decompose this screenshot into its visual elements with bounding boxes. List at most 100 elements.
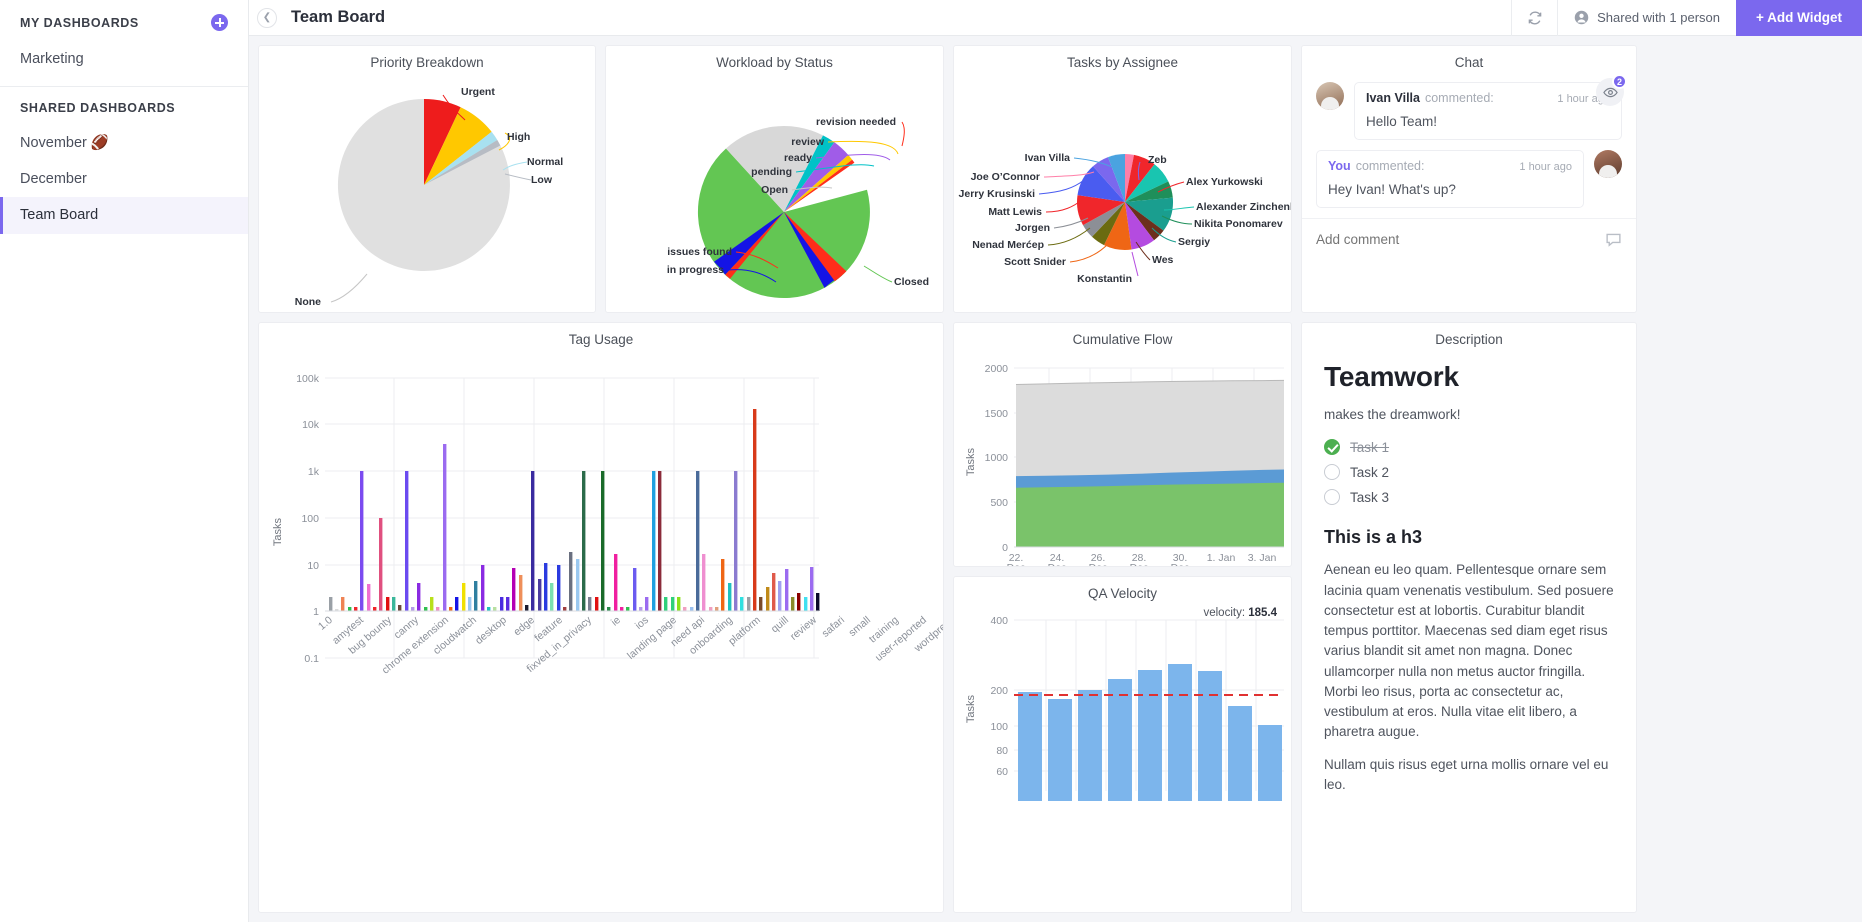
pie-label-konstantin: Konstantin bbox=[1077, 273, 1132, 285]
sidebar-item-november[interactable]: November 🏈 bbox=[0, 125, 248, 161]
refresh-icon[interactable] bbox=[1511, 0, 1557, 36]
priority-pie-chart[interactable]: Urgent High Normal Low None bbox=[259, 70, 596, 308]
widget-chat: Chat 2 Ivan Villa commented: bbox=[1301, 45, 1637, 313]
chat-author: You bbox=[1328, 159, 1351, 173]
qa-velocity-bar-chart[interactable]: 400 200 100 80 60 Tasks bbox=[954, 601, 1292, 801]
chat-action: commented: bbox=[1356, 159, 1425, 173]
y-tick: 1 bbox=[313, 606, 319, 618]
my-dashboards-title: MY DASHBOARDS bbox=[20, 16, 139, 30]
x-tick: Dec bbox=[1089, 562, 1108, 567]
widget-title: Tasks by Assignee bbox=[954, 46, 1291, 70]
y-tick: 10k bbox=[302, 419, 320, 431]
y-tick: 400 bbox=[990, 615, 1008, 627]
shared-with-button[interactable]: Shared with 1 person bbox=[1557, 0, 1736, 36]
chat-bubble-header: Ivan Villa commented: 1 hour ago bbox=[1366, 91, 1610, 105]
x-tick: quill bbox=[769, 614, 791, 635]
checkbox-unchecked-icon[interactable] bbox=[1324, 464, 1340, 480]
pie-label-in-progress: in progress bbox=[667, 264, 724, 276]
y-tick: 1500 bbox=[985, 408, 1009, 420]
x-tick: 28. bbox=[1132, 552, 1147, 562]
cumulative-flow-area-chart[interactable]: 2000 1500 1000 500 0 Tasks bbox=[954, 347, 1292, 562]
x-tick: 30. bbox=[1173, 552, 1188, 562]
checkbox-unchecked-icon[interactable] bbox=[1324, 489, 1340, 505]
chat-bubble: You commented: 1 hour ago Hey Ivan! What… bbox=[1316, 150, 1584, 208]
description-paragraph-2: Nullam quis risus eget urna mollis ornar… bbox=[1324, 755, 1614, 796]
shared-dashboards-title: SHARED DASHBOARDS bbox=[20, 101, 175, 115]
add-dashboard-icon[interactable] bbox=[211, 14, 228, 31]
y-tick: 100k bbox=[296, 373, 320, 385]
x-tick: 3. Jan bbox=[1248, 552, 1277, 562]
y-tick: 500 bbox=[990, 497, 1008, 509]
x-tick: Dec bbox=[1171, 562, 1190, 567]
todo-item[interactable]: Task 3 bbox=[1324, 489, 1614, 505]
tag-usage-bars bbox=[329, 409, 819, 611]
widget-grid: Priority Breakdown bbox=[249, 36, 1862, 922]
pie-label-ready: ready bbox=[784, 152, 812, 164]
dashboard-app: MY DASHBOARDS Marketing SHARED DASHBOARD… bbox=[0, 0, 1862, 922]
widget-title: Chat bbox=[1302, 46, 1636, 70]
widget-workload-by-status: Workload by Status bbox=[605, 45, 944, 313]
y-tick: 100 bbox=[990, 721, 1008, 733]
pie-label-nenad-mercep: Nenad Merćep bbox=[972, 239, 1044, 251]
todo-item[interactable]: Task 1 bbox=[1324, 439, 1614, 455]
description-heading: Teamwork bbox=[1324, 361, 1614, 393]
description-todo-list: Task 1 Task 2 Task 3 bbox=[1324, 439, 1614, 505]
checkbox-checked-icon[interactable] bbox=[1324, 439, 1340, 455]
pie-label-joe-oconnor: Joe O’Connor bbox=[971, 171, 1040, 183]
add-widget-button[interactable]: + Add Widget bbox=[1736, 0, 1862, 36]
sidebar-item-marketing[interactable]: Marketing bbox=[0, 41, 248, 77]
sidebar-item-december[interactable]: December bbox=[0, 161, 248, 197]
sidebar-item-label: Marketing bbox=[20, 51, 84, 67]
chat-author: Ivan Villa bbox=[1366, 91, 1420, 105]
chat-message: Ivan Villa commented: 1 hour ago Hello T… bbox=[1316, 82, 1622, 140]
topbar-actions: Shared with 1 person + Add Widget bbox=[1511, 0, 1862, 36]
add-comment-input[interactable] bbox=[1316, 232, 1605, 247]
sidebar-item-team-board[interactable]: Team Board bbox=[0, 197, 248, 233]
bottom-mid-column: Cumulative Flow bbox=[953, 322, 1292, 913]
chat-text: Hey Ivan! What's up? bbox=[1328, 182, 1572, 197]
pie-label-review: review bbox=[791, 136, 825, 148]
qa-velocity-bars bbox=[1018, 664, 1282, 801]
y-tick: 10 bbox=[307, 560, 319, 572]
pie-label-wes: Wes bbox=[1152, 254, 1174, 266]
y-tick: 0.1 bbox=[304, 653, 319, 665]
workload-pie-chart[interactable]: revision needed review ready pending Ope… bbox=[606, 70, 944, 308]
comment-icon[interactable] bbox=[1605, 231, 1622, 248]
description-subheading: makes the dreamwork! bbox=[1324, 405, 1614, 425]
y-tick: 1000 bbox=[985, 452, 1009, 464]
assignee-slices bbox=[1077, 154, 1173, 250]
widget-cumulative-flow: Cumulative Flow bbox=[953, 322, 1292, 567]
y-axis-title: Tasks bbox=[965, 694, 977, 723]
pie-label-normal: Normal bbox=[527, 156, 563, 168]
chat-bubble: Ivan Villa commented: 1 hour ago Hello T… bbox=[1354, 82, 1622, 140]
x-tick: 24. bbox=[1050, 552, 1065, 562]
pie-label-ivan-villa: Ivan Villa bbox=[1025, 152, 1070, 164]
sidebar-item-label: Team Board bbox=[20, 207, 98, 223]
widget-tag-usage: Tag Usage bbox=[258, 322, 944, 913]
sidebar-item-label: December bbox=[20, 171, 87, 187]
todo-item[interactable]: Task 2 bbox=[1324, 464, 1614, 480]
x-tick: Dec bbox=[1130, 562, 1149, 567]
pie-label-matt-lewis: Matt Lewis bbox=[988, 206, 1042, 218]
widget-description: Description Teamwork makes the dreamwork… bbox=[1301, 322, 1637, 913]
user-icon bbox=[1574, 10, 1589, 25]
x-tick: review bbox=[788, 614, 819, 643]
shared-dashboards-header: SHARED DASHBOARDS bbox=[0, 87, 248, 125]
assignee-pie-chart[interactable]: Ivan Villa Joe O’Connor Jerry Krusinski … bbox=[954, 70, 1292, 308]
chat-bubble-header: You commented: 1 hour ago bbox=[1328, 159, 1572, 173]
x-tick: ios bbox=[633, 614, 651, 632]
description-content: Teamwork makes the dreamwork! Task 1 Tas… bbox=[1302, 347, 1636, 908]
sidebar: MY DASHBOARDS Marketing SHARED DASHBOARD… bbox=[0, 0, 249, 922]
avatar bbox=[1316, 82, 1344, 110]
chevron-left-icon[interactable]: ❮ bbox=[257, 8, 277, 28]
chat-text: Hello Team! bbox=[1366, 114, 1610, 129]
cumulative-flow-x-labels-2: Dec Dec Dec Dec Dec bbox=[954, 560, 1292, 567]
chat-action: commented: bbox=[1425, 91, 1494, 105]
y-tick: 200 bbox=[990, 685, 1008, 697]
tag-usage-bar-chart[interactable]: 100k 10k 1k 100 10 1 0.1 Tasks bbox=[259, 347, 944, 705]
pie-label-jerry-krusinski: Jerry Krusinski bbox=[959, 188, 1036, 200]
y-axis-title: Tasks bbox=[965, 447, 977, 476]
todo-label: Task 3 bbox=[1350, 490, 1389, 505]
chat-notifications-icon[interactable]: 2 bbox=[1596, 78, 1624, 106]
pie-label-nikita-ponomarev: Nikita Ponomarev bbox=[1194, 218, 1283, 230]
